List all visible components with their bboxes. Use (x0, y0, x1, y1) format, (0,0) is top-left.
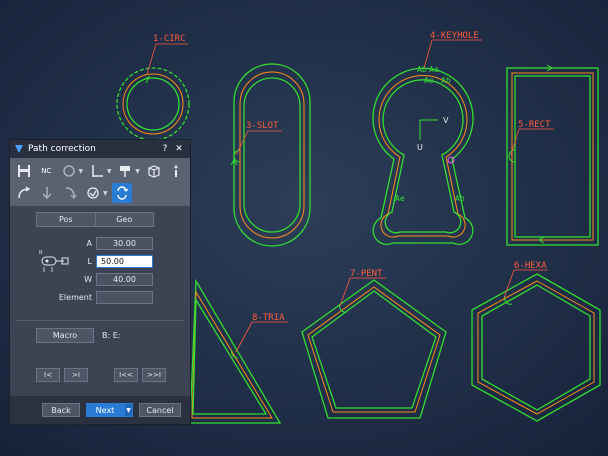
label-slot: 3-SLOT (246, 121, 279, 131)
help-button[interactable]: ? (158, 144, 172, 154)
parameter-fields: R A L W Element (10, 236, 190, 314)
cancel-button[interactable]: Cancel (139, 403, 181, 417)
field-element-input[interactable] (96, 291, 153, 304)
field-l-label: L (87, 257, 92, 266)
lead-in-icon[interactable] (37, 183, 57, 203)
macro-button[interactable]: Macro (36, 328, 94, 343)
keyhole-marker-1: Ab (417, 65, 427, 74)
element-navigation: I< >I I<< >>I (36, 368, 166, 382)
panel-body: Pos Geo R A L W (10, 206, 190, 343)
field-a-label: A (86, 239, 92, 248)
nc-button[interactable]: NC (37, 161, 57, 181)
info-icon[interactable] (167, 161, 187, 181)
first-path-button[interactable]: I<< (114, 368, 138, 382)
label-rect: 5-RECT (518, 120, 551, 130)
field-l-row: L (10, 254, 180, 269)
pos-geo-toggle: Pos Geo (36, 212, 154, 227)
label-keyhole: 4-KEYHOLE (430, 31, 479, 41)
chevron-down-icon[interactable]: ▼ (124, 403, 133, 417)
back-button[interactable]: Back (42, 403, 80, 417)
depth-icon[interactable] (87, 161, 107, 181)
begin-end-text: B: E: (102, 331, 121, 340)
panel-titlebar[interactable]: Path correction ? ✕ (10, 140, 190, 158)
macro-row: Macro B: E: (36, 328, 190, 343)
keyhole-marker-6: Ab (455, 194, 465, 203)
panel-title: Path correction (28, 144, 96, 154)
keyhole-marker-2: Ae (429, 65, 439, 74)
tool-change-icon[interactable] (59, 161, 79, 181)
field-l-input[interactable] (96, 255, 153, 268)
tab-pos[interactable]: Pos (36, 212, 96, 227)
field-a-input[interactable] (96, 237, 153, 250)
tab-geo[interactable]: Geo (95, 212, 154, 227)
chevron-down-icon[interactable]: ▼ (135, 168, 141, 175)
label-circ: 1-CIRC (153, 34, 186, 44)
spindle-icon[interactable] (116, 161, 136, 181)
next-element-button[interactable]: >I (64, 368, 88, 382)
field-w-row: W (10, 272, 180, 287)
save-icon[interactable] (14, 161, 34, 181)
retract-icon[interactable] (83, 183, 103, 203)
field-element-row: Element (10, 290, 180, 305)
keyhole-marker-4: Ab (441, 76, 451, 85)
approach-icon[interactable] (14, 183, 34, 203)
keyhole-marker-3: Ae (424, 76, 434, 85)
cube-icon[interactable] (144, 161, 164, 181)
panel-footer: Back Next ▼ Cancel (10, 396, 190, 424)
field-w-input[interactable] (96, 273, 153, 286)
chevron-down-icon[interactable]: ▼ (107, 168, 113, 175)
last-path-button[interactable]: >>I (142, 368, 166, 382)
path-correction-panel: Path correction ? ✕ NC ▼ ▼ ▼ ▼ Pos Geo R… (9, 139, 191, 425)
nc-label: NC (41, 167, 52, 175)
next-button[interactable]: Next (86, 403, 124, 417)
keyhole-marker-5: Ae (395, 194, 405, 203)
field-element-label: Element (58, 293, 92, 302)
first-element-button[interactable]: I< (36, 368, 60, 382)
close-button[interactable]: ✕ (172, 144, 186, 154)
path-correction-icon (15, 145, 23, 153)
axis-v-label: V (443, 116, 449, 125)
field-w-label: W (84, 275, 92, 284)
path-correction-tool-icon[interactable] (112, 183, 132, 203)
panel-toolbar: NC ▼ ▼ ▼ ▼ (10, 158, 190, 206)
chevron-down-icon[interactable]: ▼ (103, 190, 109, 197)
chevron-down-icon[interactable]: ▼ (79, 168, 85, 175)
field-a-row: A (10, 236, 180, 251)
axis-u-label: U (417, 143, 423, 152)
label-pent: 7-PENT (350, 269, 383, 279)
label-hexa: 6-HEXA (514, 261, 547, 271)
divider (16, 320, 184, 321)
lead-out-icon[interactable] (60, 183, 80, 203)
label-tria: 8-TRIA (252, 313, 285, 323)
